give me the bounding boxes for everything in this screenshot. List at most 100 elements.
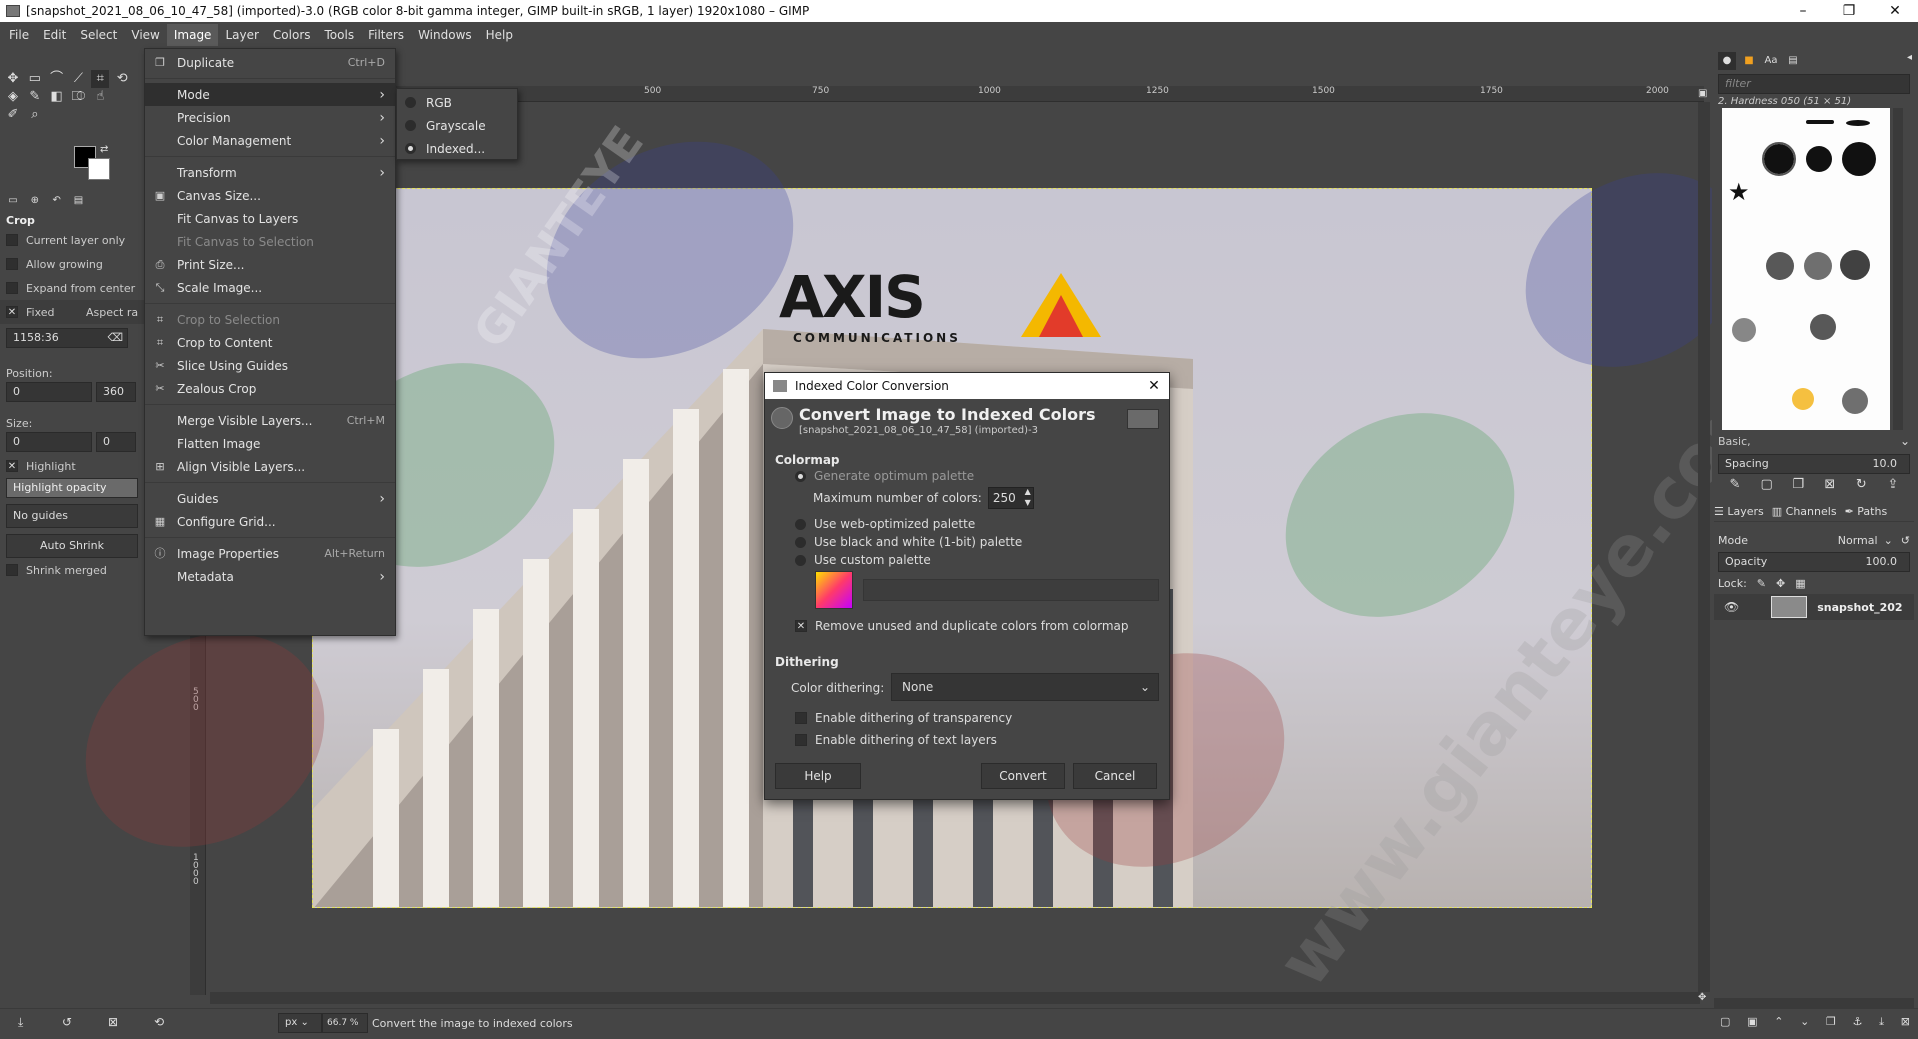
- menu-item-color-management[interactable]: Color Management ›: [145, 129, 395, 152]
- lasso-icon[interactable]: ⌒: [48, 70, 66, 88]
- new-brush-icon[interactable]: ▢: [1758, 476, 1776, 494]
- shrink-merged-option[interactable]: Shrink merged: [0, 558, 148, 582]
- dither-transparency-option[interactable]: Enable dithering of transparency: [795, 711, 1012, 725]
- bw-palette-option[interactable]: Use black and white (1-bit) palette: [795, 535, 1022, 549]
- smudge-icon[interactable]: ☝: [91, 88, 109, 106]
- menu-item-merge-visible-layers[interactable]: Merge Visible Layers... Ctrl+M: [145, 409, 395, 432]
- background-color-swatch[interactable]: [88, 158, 110, 180]
- eraser-icon[interactable]: ◧: [48, 88, 66, 106]
- brushes-tab-icon[interactable]: ●: [1718, 52, 1736, 70]
- size-h-input[interactable]: 0: [96, 432, 136, 452]
- radio-custom[interactable]: [795, 554, 806, 566]
- menu-item-metadata[interactable]: Metadata ›: [145, 565, 395, 588]
- brush-item[interactable]: [1732, 318, 1756, 342]
- brush-filter-input[interactable]: filter: [1718, 74, 1910, 94]
- mode-item-rgb[interactable]: RGB: [397, 91, 517, 114]
- menu-item-slice-using-guides[interactable]: ✂ Slice Using Guides: [145, 354, 395, 377]
- brush-item[interactable]: [1806, 146, 1832, 172]
- menu-file[interactable]: File: [2, 24, 36, 46]
- optimum-palette-option[interactable]: Generate optimum palette: [795, 469, 974, 483]
- brush-item[interactable]: [1842, 142, 1876, 176]
- dither-transparency-checkbox[interactable]: [795, 712, 807, 724]
- dialog-close-icon[interactable]: ✕: [1139, 378, 1169, 394]
- anchor-layer-icon[interactable]: ⚓: [1853, 1015, 1863, 1029]
- menu-item-canvas-size[interactable]: ▣ Canvas Size...: [145, 184, 395, 207]
- paintbrush-icon[interactable]: ✎: [26, 88, 44, 106]
- max-colors-input[interactable]: 250 ▲ ▼: [987, 487, 1034, 509]
- dither-text-checkbox[interactable]: [795, 734, 807, 746]
- custom-palette-option[interactable]: Use custom palette: [795, 553, 931, 567]
- menu-item-crop-to-content[interactable]: ⌗ Crop to Content: [145, 331, 395, 354]
- menu-item-duplicate[interactable]: ❐ Duplicate Ctrl+D: [145, 51, 395, 74]
- close-window-button[interactable]: ✕: [1872, 3, 1918, 19]
- highlight-opacity-slider[interactable]: Highlight opacity: [6, 478, 138, 498]
- horizontal-scrollbar[interactable]: [210, 992, 1700, 1004]
- delete-layer-icon[interactable]: ⊠: [1901, 1015, 1910, 1029]
- tab-layers[interactable]: ☰ Layers: [1714, 505, 1764, 518]
- menu-item-print-size[interactable]: ⎙ Print Size...: [145, 253, 395, 276]
- unit-dropdown[interactable]: px ⌄: [278, 1013, 322, 1033]
- menu-item-guides[interactable]: Guides ›: [145, 487, 395, 510]
- eye-icon[interactable]: 👁: [1724, 600, 1739, 614]
- restore-tool-preset-icon[interactable]: ↺: [62, 1015, 72, 1029]
- expand-from-center-option[interactable]: Expand from center: [0, 276, 148, 300]
- patterns-tab-icon[interactable]: ■: [1740, 52, 1758, 70]
- refresh-brushes-icon[interactable]: ↻: [1852, 476, 1870, 494]
- remove-unused-checkbox[interactable]: ✕: [795, 620, 807, 632]
- aspect-ratio-dropdown[interactable]: Aspect ra: [86, 306, 138, 319]
- menu-filters[interactable]: Filters: [361, 24, 411, 46]
- menu-item-fit-canvas-to-layers[interactable]: Fit Canvas to Layers: [145, 207, 395, 230]
- highlight-checkbox[interactable]: ✕: [6, 460, 18, 472]
- brush-scrollbar[interactable]: [1893, 108, 1903, 430]
- menu-colors[interactable]: Colors: [266, 24, 318, 46]
- palette-swatch-button[interactable]: [815, 571, 853, 609]
- transform-tool-icon[interactable]: ⟲: [113, 70, 131, 88]
- fuzzy-select-icon[interactable]: ⟋: [69, 70, 87, 88]
- images-tab-icon[interactable]: ▤: [69, 192, 87, 210]
- brush-item[interactable]: [1806, 120, 1834, 124]
- brush-item[interactable]: [1842, 388, 1868, 414]
- brush-item[interactable]: [1792, 388, 1814, 410]
- move-tool-icon[interactable]: ✥: [4, 70, 22, 88]
- tool-options-tab-icon[interactable]: ▭: [4, 192, 22, 210]
- allow-growing-option[interactable]: Allow growing: [0, 252, 148, 276]
- color-picker-icon[interactable]: ✐: [4, 106, 22, 124]
- duplicate-layer-icon[interactable]: ❐: [1826, 1015, 1836, 1029]
- menu-select[interactable]: Select: [73, 24, 124, 46]
- layer-opacity-slider[interactable]: Opacity 100.0: [1718, 552, 1910, 572]
- mode-reset-icon[interactable]: ↺: [1901, 534, 1910, 547]
- duplicate-brush-icon[interactable]: ❐: [1789, 476, 1807, 494]
- clear-ratio-icon[interactable]: ⌫: [107, 329, 123, 347]
- position-y-input[interactable]: 360: [96, 382, 136, 402]
- crop-tool-icon[interactable]: ⌗: [91, 70, 110, 88]
- menu-item-transform[interactable]: Transform ›: [145, 161, 395, 184]
- menu-help[interactable]: Help: [479, 24, 520, 46]
- menu-item-flatten-image[interactable]: Flatten Image: [145, 432, 395, 455]
- menu-item-align-visible-layers[interactable]: ⊞ Align Visible Layers...: [145, 455, 395, 478]
- menu-item-zealous-crop[interactable]: ✂ Zealous Crop: [145, 377, 395, 400]
- device-status-tab-icon[interactable]: ⊕: [26, 192, 44, 210]
- minimize-button[interactable]: –: [1780, 3, 1826, 19]
- menu-layer[interactable]: Layer: [218, 24, 265, 46]
- fonts-tab-icon[interactable]: Aa: [1762, 52, 1780, 70]
- clone-icon[interactable]: ⎄: [69, 88, 87, 106]
- guides-dropdown[interactable]: No guides: [6, 504, 138, 528]
- brush-item[interactable]: [1846, 120, 1870, 126]
- brush-item[interactable]: [1804, 252, 1832, 280]
- maximize-button[interactable]: ❐: [1826, 3, 1872, 19]
- auto-shrink-button[interactable]: Auto Shrink: [6, 534, 138, 558]
- cancel-button[interactable]: Cancel: [1073, 763, 1157, 789]
- brush-hardness-050[interactable]: [1762, 142, 1796, 176]
- menu-item-precision[interactable]: Precision ›: [145, 106, 395, 129]
- current-layer-only-checkbox[interactable]: [6, 234, 18, 246]
- new-layer-icon[interactable]: ▢: [1720, 1015, 1730, 1029]
- menu-windows[interactable]: Windows: [411, 24, 479, 46]
- expand-from-center-checkbox[interactable]: [6, 282, 18, 294]
- swap-colors-icon[interactable]: ⇄: [100, 144, 108, 155]
- palette-name-field[interactable]: [863, 579, 1159, 601]
- brush-item[interactable]: [1840, 250, 1870, 280]
- layer-mode-dropdown[interactable]: Normal: [1838, 534, 1878, 547]
- reset-tool-options-icon[interactable]: ⟲: [154, 1015, 164, 1029]
- allow-growing-checkbox[interactable]: [6, 258, 18, 270]
- save-tool-preset-icon[interactable]: ⤓: [18, 1015, 23, 1030]
